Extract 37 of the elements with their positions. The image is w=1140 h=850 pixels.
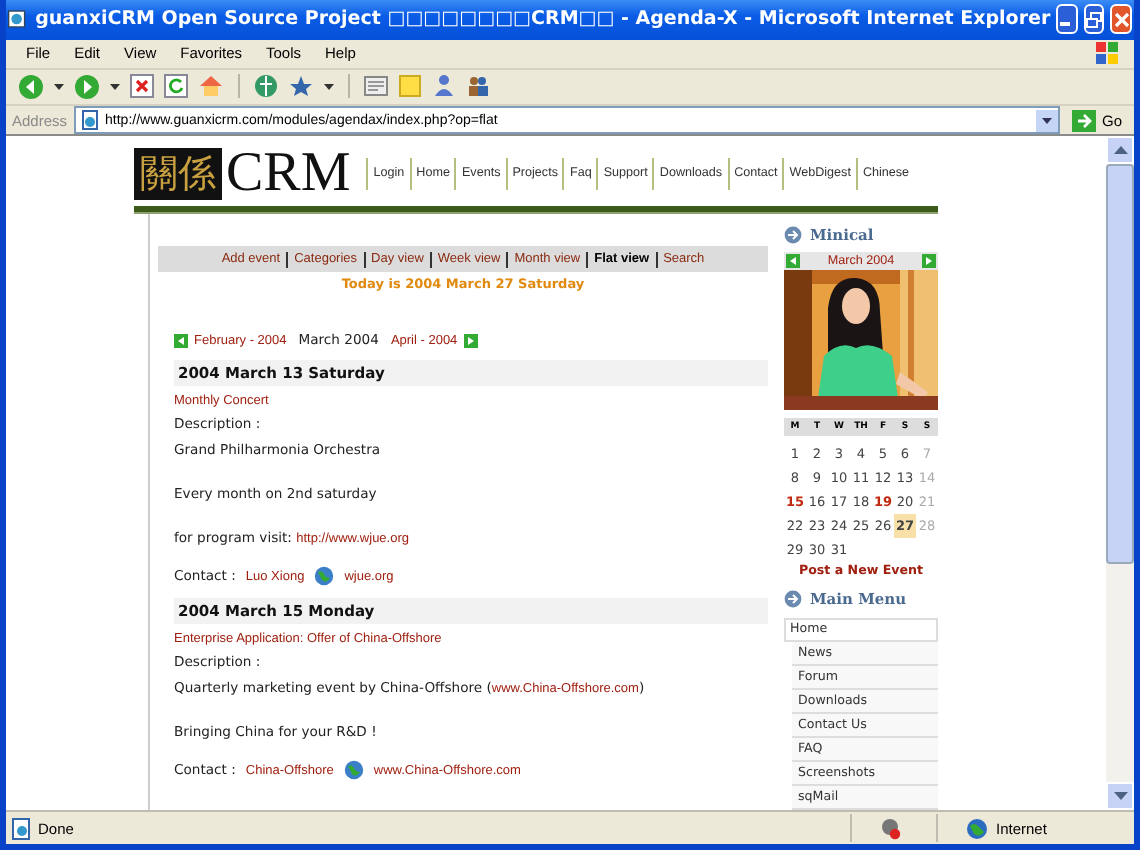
window-title: guanxiCRM Open Source Project □□□□□□□□CRM□□ - Agenda-X - Microsoft Internet Explorer [35,8,1051,31]
refresh-icon[interactable] [164,74,188,99]
close-button[interactable] [1110,4,1132,35]
document-icon[interactable] [364,74,388,99]
restore-button[interactable] [1083,4,1105,35]
scrollbar[interactable] [1106,136,1134,811]
logo-text: CRM [224,148,353,201]
dropdown-arrow-icon[interactable] [110,83,120,90]
stop-icon[interactable] [130,74,154,99]
page-icon [79,110,100,131]
scrollbar-thumb[interactable] [1106,164,1134,565]
dropdown-arrow-icon[interactable] [324,83,334,90]
scroll-down-icon[interactable] [1113,792,1127,801]
forward-icon[interactable] [74,73,100,100]
arrow-circle-icon [784,590,802,609]
next-arrow-icon[interactable] [463,333,478,348]
home-icon[interactable] [198,74,224,99]
next-arrow-icon[interactable] [921,254,936,269]
close-icon [1113,11,1130,28]
windows-flag-icon [1094,40,1122,67]
minimize-button[interactable] [1056,4,1078,35]
logo[interactable]: 關係 CRM [134,148,359,201]
dropdown-arrow-icon[interactable] [54,83,64,90]
previous-arrow-icon[interactable] [786,254,800,269]
sticky-note-icon[interactable] [398,74,422,99]
person-icon[interactable] [432,74,456,99]
star-icon[interactable] [288,74,314,99]
ie-icon [8,6,26,33]
back-icon[interactable] [18,73,44,100]
page-icon [12,817,32,840]
logo-chinese-text: 關係 [134,148,222,201]
blocked-icon [880,817,902,840]
previous-arrow-icon[interactable] [174,333,188,348]
scroll-up-icon[interactable] [1113,146,1127,155]
restore-icon [1086,11,1103,28]
people-icon[interactable] [466,74,490,99]
arrow-circle-icon [784,226,802,245]
